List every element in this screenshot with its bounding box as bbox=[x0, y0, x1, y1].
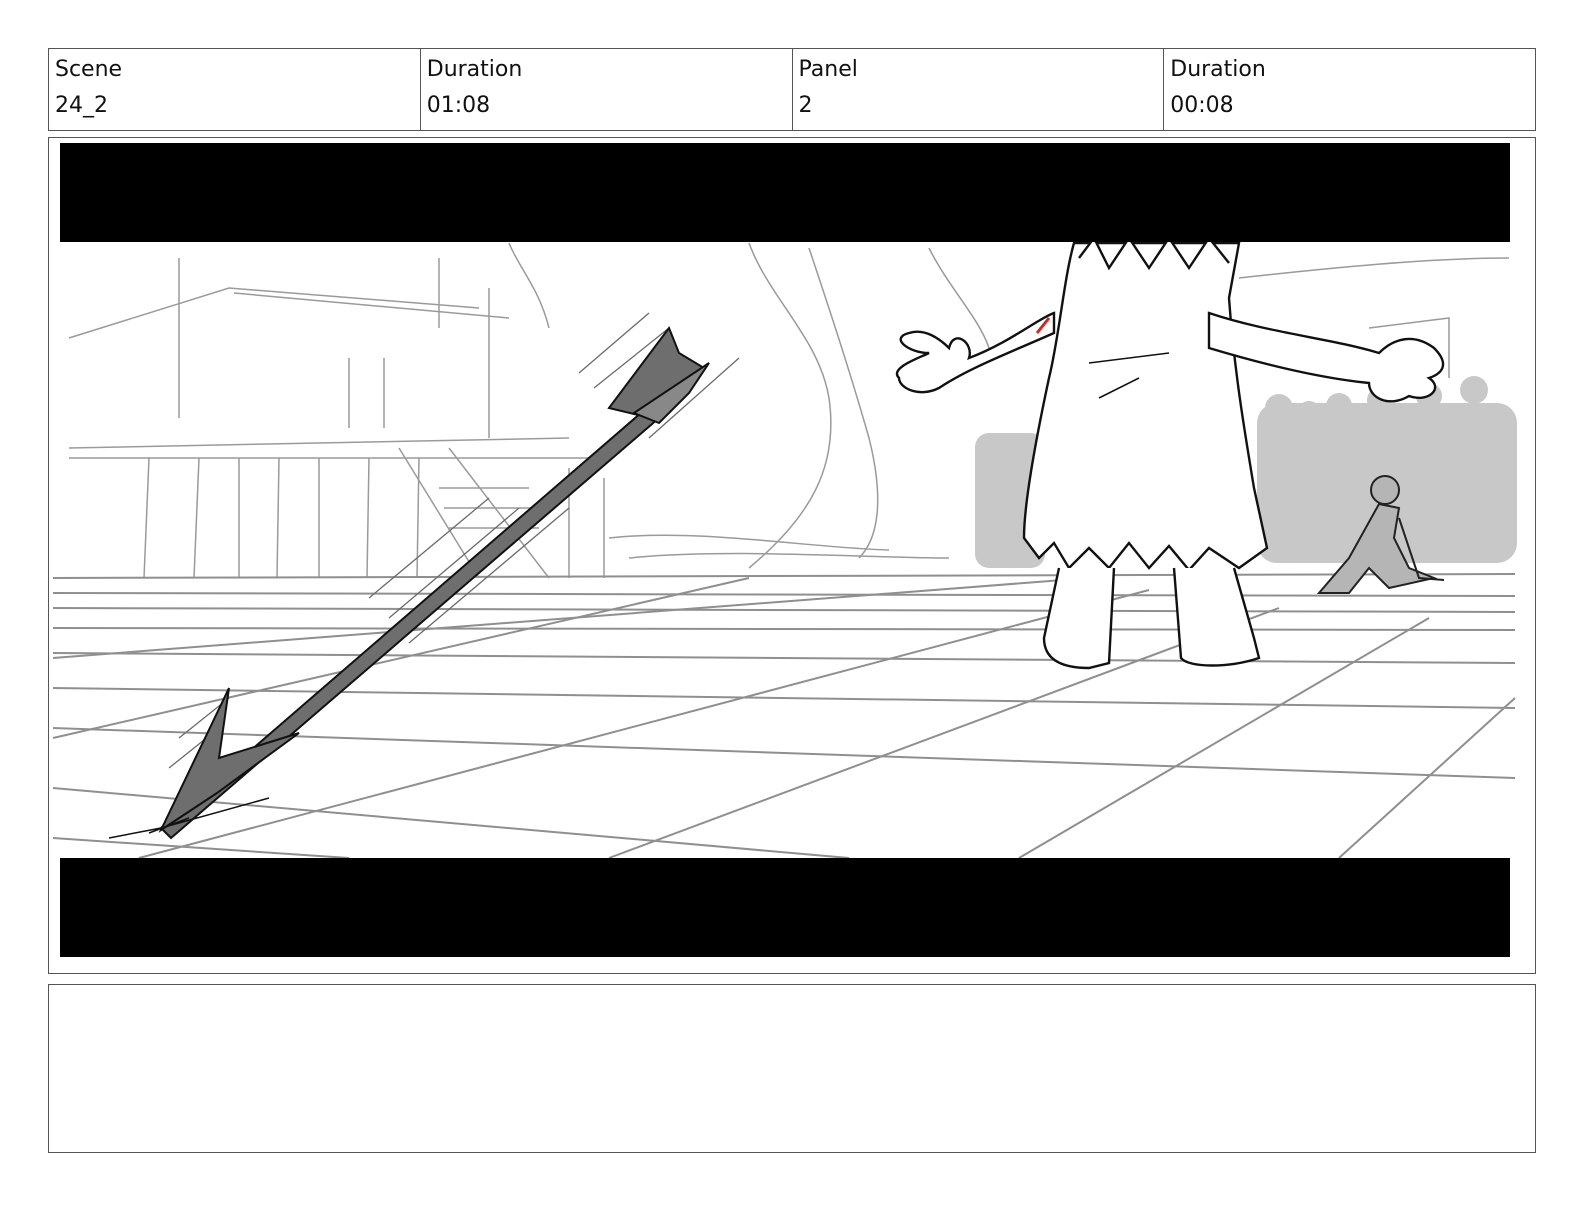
panel-duration-label: Duration bbox=[1170, 57, 1266, 82]
storyboard-frame bbox=[48, 137, 1536, 974]
panel-notes-box bbox=[48, 984, 1536, 1153]
storyboard-sketch bbox=[52, 143, 1517, 957]
panel-value: 2 bbox=[798, 93, 813, 118]
panel-duration-cell: Duration 00:08 bbox=[1164, 49, 1535, 130]
scene-duration-cell: Duration 01:08 bbox=[421, 49, 793, 130]
panel-label: Panel bbox=[798, 57, 858, 82]
letterbox-bottom bbox=[60, 858, 1510, 957]
scene-value: 24_2 bbox=[55, 93, 108, 118]
panel-info-header: Scene 24_2 Duration 01:08 Panel 2 Durati… bbox=[48, 48, 1536, 131]
scene-cell: Scene 24_2 bbox=[49, 49, 421, 130]
letterbox-top bbox=[60, 143, 1510, 242]
scene-duration-value: 01:08 bbox=[426, 93, 491, 118]
panel-duration-value: 00:08 bbox=[1170, 93, 1234, 118]
panel-cell: Panel 2 bbox=[793, 49, 1165, 130]
scene-duration-label: Duration bbox=[426, 57, 523, 82]
scene-label: Scene bbox=[55, 57, 123, 82]
